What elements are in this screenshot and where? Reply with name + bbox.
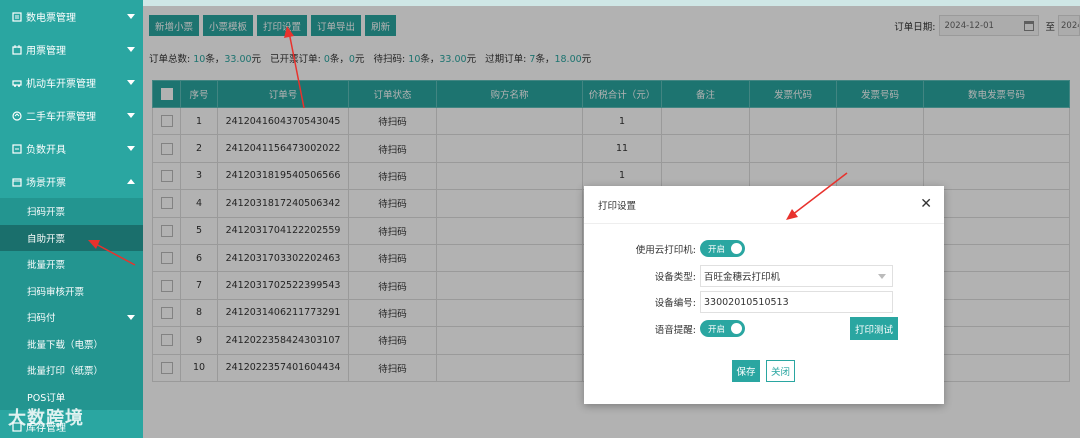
sidebar-item-batch-print[interactable]: 批量打印（纸票） bbox=[0, 357, 143, 384]
device-serial-input[interactable]: 33002010510513 bbox=[700, 291, 893, 313]
save-button[interactable]: 保存 bbox=[732, 360, 760, 382]
chevron-down-icon bbox=[127, 47, 135, 52]
chevron-down-icon bbox=[127, 113, 135, 118]
close-icon[interactable]: ✕ bbox=[920, 196, 932, 212]
menu-item-scene-invoice[interactable]: 场景开票 bbox=[0, 165, 143, 198]
menu-label: 用票管理 bbox=[26, 46, 66, 57]
device-serial-label: 设备编号: bbox=[654, 298, 696, 309]
watermark: 大数跨境 bbox=[8, 408, 84, 429]
chevron-down-icon bbox=[127, 315, 135, 320]
negative-invoice-icon bbox=[12, 143, 22, 154]
toggle-label: 开启 bbox=[708, 324, 726, 335]
menu-item-negative-invoice[interactable]: 负数开具 bbox=[0, 132, 143, 165]
close-button[interactable]: 关闭 bbox=[766, 360, 795, 382]
toggle-knob bbox=[731, 323, 742, 334]
device-serial-row: 设备编号: 33002010510513 bbox=[584, 291, 893, 313]
toggle-knob bbox=[731, 243, 742, 254]
dialog-header: 打印设置 ✕ bbox=[584, 186, 944, 224]
menu-label: 负数开具 bbox=[26, 145, 66, 156]
print-test-button[interactable]: 打印测试 bbox=[850, 317, 898, 340]
sidebar-item-label: 扫码付 bbox=[27, 313, 56, 325]
menu-item-used-car-invoice[interactable]: 二手车开票管理 bbox=[0, 99, 143, 132]
device-type-value: 百旺金穗云打印机 bbox=[704, 272, 781, 283]
user-ticket-icon bbox=[12, 44, 22, 55]
device-type-row: 设备类型: 百旺金穗云打印机 bbox=[584, 265, 893, 287]
chevron-down-icon bbox=[127, 14, 135, 19]
sidebar-item-self-invoice[interactable]: 自助开票 bbox=[0, 224, 143, 251]
scene-icon bbox=[12, 177, 22, 187]
used-car-icon bbox=[12, 110, 22, 121]
chevron-up-icon bbox=[127, 179, 135, 184]
chevron-down-icon bbox=[127, 80, 135, 85]
menu-item-ticket-usage[interactable]: 用票管理 bbox=[0, 33, 143, 66]
cloud-printer-toggle[interactable]: 开启 bbox=[700, 240, 745, 257]
chevron-down-icon bbox=[127, 146, 135, 151]
menu-label: 场景开票 bbox=[26, 178, 66, 189]
car-icon bbox=[12, 78, 22, 88]
menu-item-vehicle-invoice[interactable]: 机动车开票管理 bbox=[0, 66, 143, 99]
menu-item-digital-invoice[interactable]: 数电票管理 bbox=[0, 0, 143, 33]
device-type-label: 设备类型: bbox=[654, 272, 696, 283]
cloud-printer-label: 使用云打印机: bbox=[635, 244, 696, 256]
sidebar-item-scan-pay[interactable]: 扫码付 bbox=[0, 304, 143, 331]
voice-reminder-label: 语音提醒: bbox=[654, 324, 696, 336]
print-settings-dialog: 打印设置 ✕ 使用云打印机: 开启 设备类型: 百旺金穗云打印机 设备编号: 3… bbox=[584, 186, 944, 404]
sidebar: 数电票管理 用票管理 机动车开票管理 二手车开票管理 负数开具 场景开票 扫码开… bbox=[0, 0, 143, 438]
sidebar-item-scan-invoice[interactable]: 扫码开票 bbox=[0, 198, 143, 225]
voice-reminder-toggle[interactable]: 开启 bbox=[700, 320, 745, 337]
sidebar-item-scan-review[interactable]: 扫码审核开票 bbox=[0, 277, 143, 304]
cloud-printer-row: 使用云打印机: 开启 bbox=[584, 240, 745, 257]
chevron-down-icon bbox=[878, 274, 886, 279]
menu-label: 数电票管理 bbox=[26, 13, 76, 24]
voice-reminder-row: 语音提醒: 开启 bbox=[584, 320, 745, 337]
menu-label: 二手车开票管理 bbox=[26, 112, 96, 123]
toggle-label: 开启 bbox=[708, 244, 726, 255]
dialog-title: 打印设置 bbox=[598, 200, 637, 212]
device-type-select[interactable]: 百旺金穗云打印机 bbox=[700, 265, 893, 287]
menu-label: 机动车开票管理 bbox=[26, 79, 96, 90]
invoice-icon bbox=[12, 11, 22, 22]
sidebar-item-batch-download[interactable]: 批量下载（电票） bbox=[0, 330, 143, 357]
sidebar-item-batch-invoice[interactable]: 批量开票 bbox=[0, 251, 143, 278]
